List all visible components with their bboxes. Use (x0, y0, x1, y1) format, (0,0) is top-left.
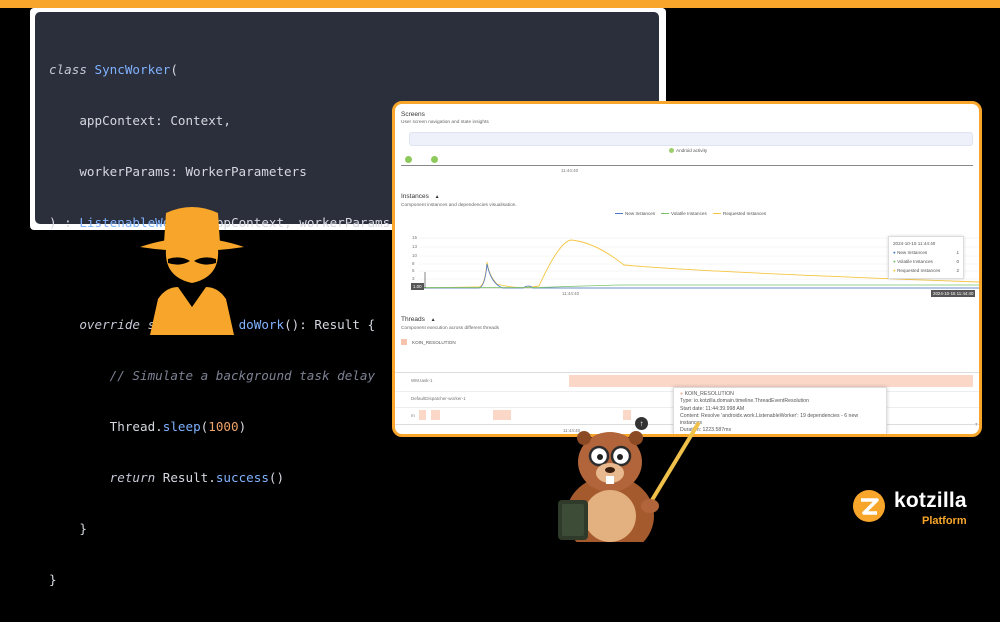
instances-title: Instances ▲ (401, 193, 440, 200)
y-tick: 15 (412, 235, 418, 240)
thread-bar[interactable] (431, 410, 440, 420)
threads-legend[interactable]: KOIN_RESOLUTION (401, 339, 456, 345)
code-line: class SyncWorker( (49, 62, 178, 77)
thread-bar[interactable] (569, 375, 973, 387)
legend-dot-icon (669, 148, 674, 153)
y-tick: 13 (412, 244, 418, 249)
instances-tooltip: 2024-10-15 11:44:40 ● New Instances 1 ● V… (888, 236, 964, 279)
collapse-icon: ▲ (434, 194, 440, 200)
legend-new-instances[interactable]: New Instances (615, 211, 655, 216)
thread-bar[interactable] (419, 410, 426, 420)
kotzilla-dashboard: Screens User screen navigation and state… (392, 101, 982, 437)
threads-subtitle: Component execution across different thr… (401, 326, 500, 331)
top-accent-bar (0, 0, 1000, 8)
instances-time-label: 11:44:40 (562, 291, 580, 296)
threads-end-label: 7 (975, 422, 978, 427)
thread-row-label: DefaultDispatcher-worker-1 (411, 396, 466, 401)
collapse-icon: ▲ (430, 317, 436, 323)
thread-row-label: m (411, 413, 415, 418)
screens-subtitle: User screen navigation and state insight… (401, 120, 489, 125)
thread-divider (395, 372, 979, 373)
kotzilla-logo: kotzilla Platform (852, 489, 992, 533)
screens-timeline-bar[interactable] (409, 132, 973, 146)
y-tick: 10 (412, 253, 418, 258)
kotzilla-logo-icon (853, 490, 885, 522)
screen-event-dot[interactable] (405, 156, 412, 163)
screens-time-label: 11:44:40 (561, 168, 579, 173)
legend-requested-instances[interactable]: Requested Instances (713, 211, 766, 216)
y-tick: 5 (412, 268, 415, 273)
timestamp-badge: 2024-10-15 11:44:40 (931, 290, 976, 297)
brand-name: kotzilla (894, 489, 967, 512)
screens-title: Screens (401, 111, 425, 118)
beaver-mascot (558, 422, 700, 542)
screen-event-dot[interactable] (431, 156, 438, 163)
legend-volatile-instances[interactable]: Volatile Instances (661, 211, 707, 216)
y-tick: 3 (412, 276, 415, 281)
y-tick: 8 (412, 261, 415, 266)
screens-axis (401, 165, 973, 166)
code-line: } (49, 572, 57, 587)
instances-subtitle: Component instances and dependencies vis… (401, 203, 517, 208)
thread-bar[interactable] (493, 410, 511, 420)
brand-subtitle: Platform (922, 515, 967, 527)
spy-icon (140, 207, 244, 335)
cursor-value-badge: 1.00 (411, 283, 424, 290)
thread-row-label: WM.task-1 (411, 378, 433, 383)
threads-title: Threads ▲ (401, 316, 436, 323)
screens-legend: Android activity (669, 148, 707, 153)
koin-resolution-tooltip: ● KOIN_RESOLUTION Type: io.kotzilla.doma… (673, 387, 887, 434)
